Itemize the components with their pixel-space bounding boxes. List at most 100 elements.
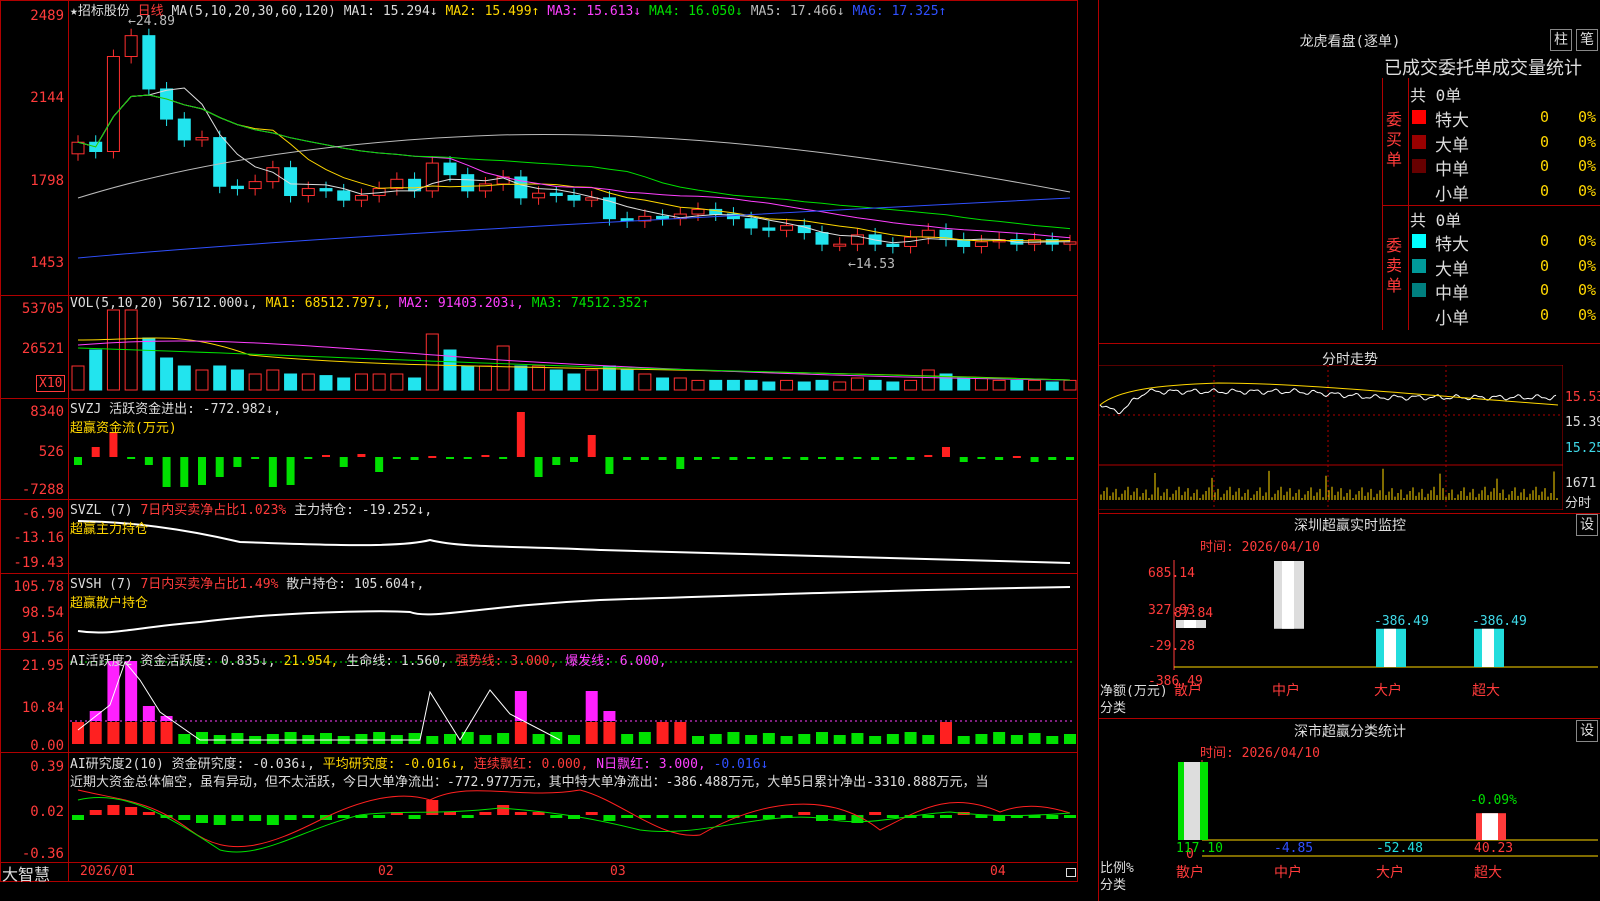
ai2-bar-8 [196, 815, 208, 823]
ma5-line [77, 133, 1071, 199]
svzj-bar-56 [1048, 457, 1057, 460]
sz-monitor-settings-button[interactable]: 设 [1576, 514, 1598, 536]
bar-view-button[interactable]: 柱 [1550, 29, 1572, 51]
ai2-tick-1: 0.39 [30, 759, 64, 775]
volume-bar-35 [673, 377, 687, 391]
volume-bar-25 [496, 345, 510, 391]
price-candle-28 [549, 192, 563, 197]
ai1-bar-27 [532, 734, 545, 744]
lhb-title: 龙虎看盘(逐单) [1299, 34, 1401, 50]
volume-bar-28 [549, 369, 563, 391]
price-candle-3 [106, 56, 120, 152]
ai1-bar-50 [940, 722, 952, 744]
ai2-bar-27 [532, 812, 545, 815]
sell-pct-1: 0% [1578, 232, 1597, 250]
svzj-bar-5 [144, 457, 153, 465]
buy-name-4: 小单 [1435, 184, 1469, 205]
volume-bar-26 [514, 365, 528, 391]
ai1-bar-12 [266, 734, 279, 744]
buy-value-1: 0 [1540, 108, 1550, 126]
ai1-tick-1: 21.95 [21, 658, 64, 674]
svzj-bar-50 [942, 447, 950, 457]
buy-swatch-4 [1412, 183, 1426, 198]
ai2-bar-24 [479, 812, 492, 815]
buy-value-4: 0 [1540, 181, 1550, 200]
vol-unit-badge: X10 [36, 375, 66, 392]
svzl-tick-3: -19.43 [13, 555, 64, 571]
volume-bar-52 [974, 377, 988, 391]
buy-swatch-3 [1412, 159, 1426, 173]
volume-bar-3 [106, 309, 120, 391]
ai1-pink-bar-30 [585, 691, 598, 721]
lock-icon[interactable] [1066, 868, 1076, 877]
svzj-tick-2: 526 [38, 444, 64, 460]
ai1-bar-20 [408, 733, 421, 744]
ai1-bar-32 [621, 734, 634, 744]
price-candle-15 [319, 188, 333, 192]
ai2-comment: 近期大资金总体偏空，虽有异动，但不太活跃，今日大单净流出：-772.977万元，… [70, 775, 989, 790]
szmon-bar-highlight-4 [1482, 628, 1494, 667]
price-candle-5 [142, 35, 156, 90]
svsh-tick-2: 98.54 [21, 605, 64, 621]
ai1-bar-40 [762, 733, 775, 744]
ai1-bar-18 [373, 732, 386, 744]
ai1-label: AI活跃度2 [70, 654, 133, 669]
ai2-bar-10 [231, 815, 244, 821]
ai2-bar-18 [373, 815, 386, 818]
volume-bar-8 [195, 369, 209, 391]
ai1-bar-39 [745, 735, 758, 744]
ma-params: MA(5,10,20,30,60,120) [171, 4, 336, 19]
sell-value-2: 0 [1540, 256, 1550, 275]
ai1-bar-21 [426, 736, 439, 744]
volume-bar-30 [585, 369, 599, 391]
svzl-sub: 超赢主力持仓 [70, 522, 149, 537]
price-candle-4 [124, 35, 138, 58]
price-candle-7 [177, 118, 191, 141]
svzj-bar-22 [446, 457, 454, 459]
ai1-bar-54 [1010, 735, 1023, 744]
ai1-bar-53 [993, 732, 1006, 744]
buy-pct-3: 0% [1578, 157, 1597, 175]
sz-class-settings-button[interactable]: 设 [1576, 720, 1598, 742]
sell-swatch-1 [1412, 234, 1426, 248]
ai2-bar-33 [638, 815, 651, 818]
volume-bar-43 [815, 379, 829, 391]
volume-bar-40 [762, 381, 776, 391]
svzj-bar-26 [516, 412, 525, 457]
x-axis [0, 862, 1078, 883]
price-tick-1: 2489 [30, 8, 64, 24]
sz-class-time: 时间: 2026/04/10 [1200, 746, 1320, 761]
szcls-top-label: -0.09% [1470, 793, 1517, 808]
sell-name-4: 小单 [1435, 308, 1469, 329]
ai2-desc5: -0.016↓ [713, 757, 769, 772]
svsh-sub: 超赢散户持仓 [70, 596, 149, 611]
price-candle-49 [921, 229, 935, 238]
szcls-bar-highlight-4 [1482, 813, 1498, 840]
szcls-cat-1: 散户 [1176, 864, 1204, 881]
volume-label: VOL(5,10,20) [70, 296, 164, 311]
volume-bar-46 [868, 379, 882, 391]
ai2-bar-35 [674, 815, 687, 818]
ai2-bar-14 [302, 815, 315, 818]
volume-bar-36 [691, 379, 705, 391]
volume-bar-39 [744, 379, 758, 391]
stock-name[interactable]: ★招标股份 [70, 4, 130, 19]
svzj-bar-55 [1030, 457, 1039, 462]
svzj-bar-47 [888, 457, 897, 459]
szcls-value-2: -4.85 [1274, 841, 1313, 856]
ai2-bar-37 [709, 815, 722, 818]
buy-total: 共 0单 [1410, 86, 1462, 105]
ai1-pink-bar-3 [107, 661, 120, 721]
ai1-bar-44 [833, 735, 846, 744]
price-candle-47 [886, 243, 900, 247]
svzj-tick-1: 8340 [30, 404, 64, 420]
ai1-bar-25 [497, 733, 510, 744]
volume-bar-48 [904, 379, 918, 391]
svzj-bar-9 [215, 457, 224, 477]
szmon-cat-1: 散户 [1174, 682, 1202, 699]
tick-view-button[interactable]: 笔 [1576, 29, 1598, 51]
volume-bar-13 [284, 373, 298, 391]
ai2-bar-21 [426, 800, 439, 815]
svzl-label: SVZL (7) [70, 503, 133, 518]
svsh-desc: 散户持仓: 105.604↑, [286, 577, 425, 592]
